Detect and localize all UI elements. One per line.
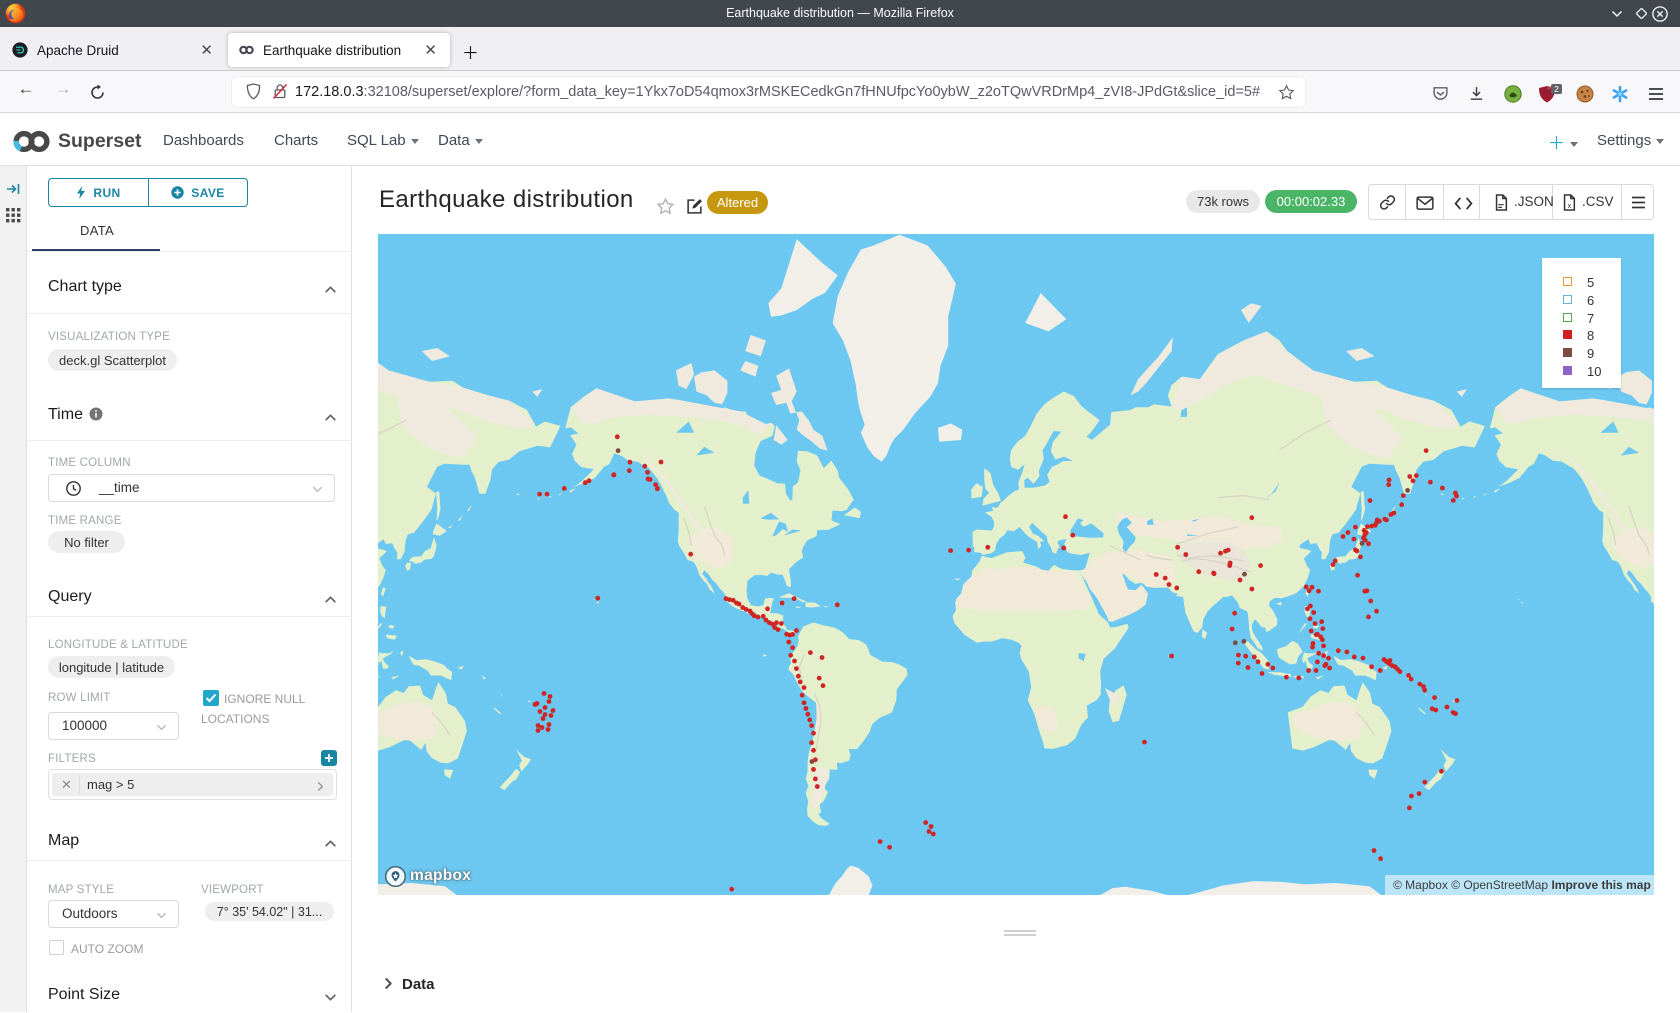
svg-text:2: 2	[1554, 84, 1559, 94]
svg-text:x: x	[1568, 202, 1572, 210]
